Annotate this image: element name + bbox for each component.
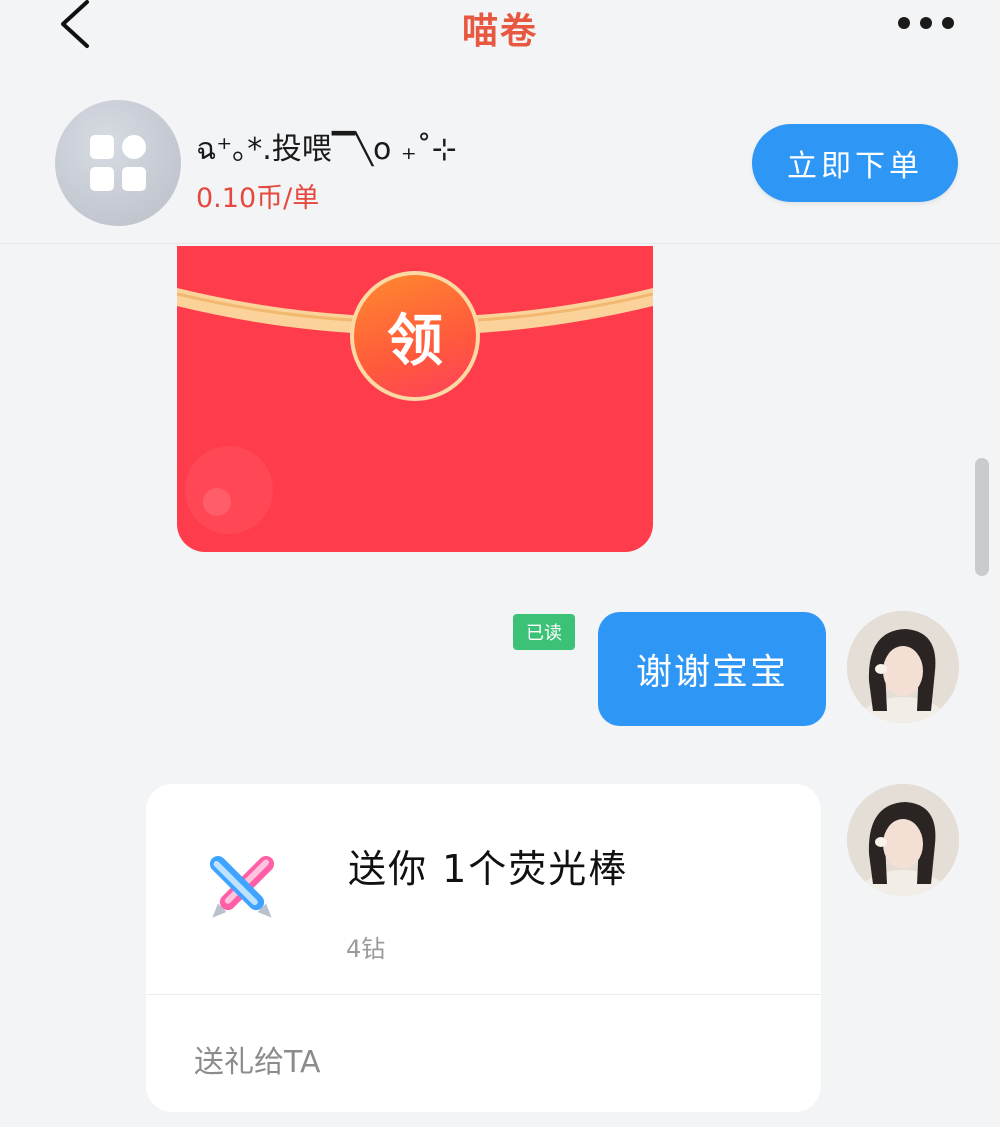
- service-bar: ฉ⁺｡*.投喂▔╲o ₊˚⊹ 0.10币/单 立即下单: [0, 80, 1000, 244]
- glow-stick-icon: [194, 840, 290, 936]
- top-bar: 喵卷: [0, 0, 1000, 60]
- gift-price: 4钻: [346, 935, 386, 963]
- my-message-bubble[interactable]: 谢谢宝宝: [598, 612, 826, 726]
- red-packet-logo-icon: [185, 446, 273, 534]
- app-grid-icon: [90, 135, 146, 191]
- service-name: ฉ⁺｡*.投喂▔╲o ₊˚⊹: [196, 132, 457, 167]
- claim-button[interactable]: 领: [350, 271, 480, 401]
- more-dots-icon: [898, 17, 910, 29]
- send-gift-button[interactable]: 送礼给TA: [194, 1037, 321, 1081]
- red-packet-message[interactable]: 领: [177, 246, 653, 552]
- divider: [146, 994, 821, 995]
- page-title: 喵卷: [461, 11, 538, 52]
- read-status-badge: 已读: [513, 614, 575, 650]
- gift-card[interactable]: 送你 1个荧光棒 4钻 送礼给TA: [146, 784, 821, 1112]
- service-price: 0.10币/单: [196, 183, 320, 214]
- more-options-button[interactable]: [895, 10, 957, 36]
- service-avatar[interactable]: [55, 100, 181, 226]
- scrollbar[interactable]: [975, 458, 989, 576]
- user-avatar[interactable]: [847, 784, 959, 896]
- order-now-button[interactable]: 立即下单: [752, 124, 958, 202]
- user-avatar[interactable]: [847, 611, 959, 723]
- gift-title: 送你 1个荧光棒: [348, 847, 629, 891]
